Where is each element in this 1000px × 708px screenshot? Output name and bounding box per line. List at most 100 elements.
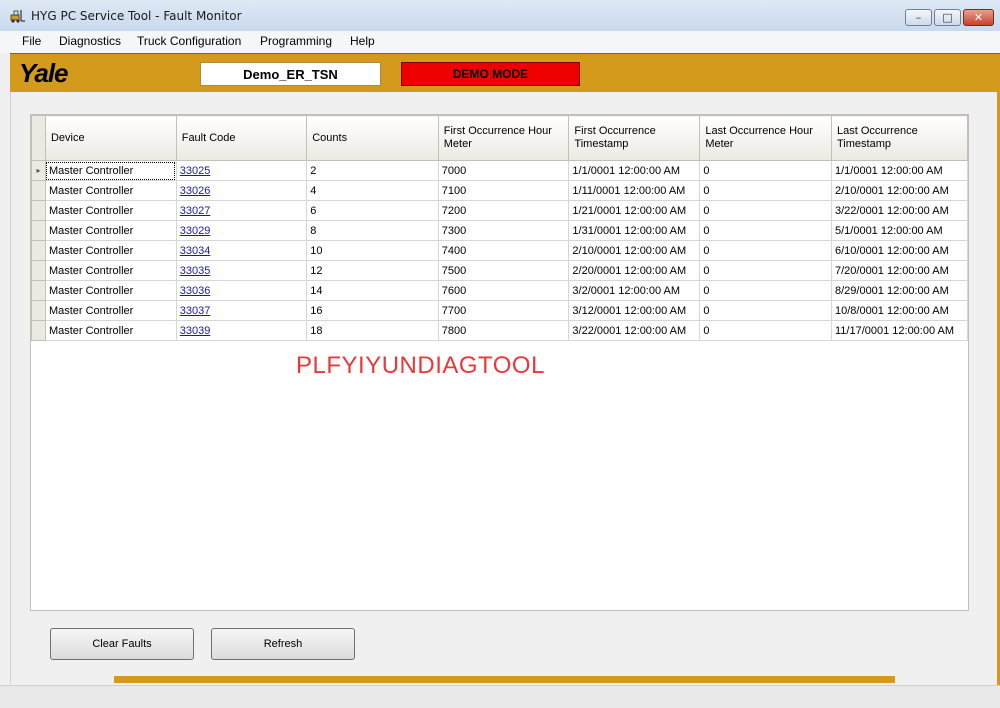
- fault-code-cell[interactable]: 33037: [175, 300, 308, 321]
- last-hour-meter-cell[interactable]: 0: [699, 280, 832, 301]
- first-timestamp-cell[interactable]: 3/2/0001 12:00:00 AM: [568, 280, 701, 301]
- device-cell[interactable]: Master Controller: [44, 300, 177, 321]
- last-timestamp-cell[interactable]: 7/20/0001 12:00:00 AM: [830, 260, 969, 281]
- row-header[interactable]: [31, 320, 46, 341]
- table-row[interactable]: Master Controller 33029 8 7300 1/31/0001 12:…: [31, 220, 969, 241]
- last-hour-meter-cell[interactable]: 0: [699, 240, 832, 261]
- row-header[interactable]: [31, 280, 46, 301]
- last-timestamp-cell[interactable]: 11/17/0001 12:00:00 AM: [830, 320, 969, 341]
- fault-code-link[interactable]: 33034: [180, 245, 211, 257]
- fault-code-link[interactable]: 33037: [180, 305, 211, 317]
- first-timestamp-cell[interactable]: 2/10/0001 12:00:00 AM: [568, 240, 701, 261]
- counts-cell[interactable]: 10: [306, 240, 439, 261]
- last-timestamp-cell[interactable]: 8/29/0001 12:00:00 AM: [830, 280, 969, 301]
- first-timestamp-cell[interactable]: 1/11/0001 12:00:00 AM: [568, 180, 701, 201]
- first-timestamp-cell[interactable]: 1/1/0001 12:00:00 AM: [568, 160, 701, 181]
- fault-code-cell[interactable]: 33034: [175, 240, 308, 261]
- column-header-last-hour-meter[interactable]: Last Occurrence Hour Meter: [699, 115, 832, 161]
- device-cell[interactable]: Master Controller: [44, 280, 177, 301]
- device-cell[interactable]: Master Controller: [44, 320, 177, 341]
- last-hour-meter-cell[interactable]: 0: [699, 180, 832, 201]
- table-row[interactable]: Master Controller 33039 18 7800 3/22/0001 12…: [31, 320, 969, 341]
- first-hour-meter-cell[interactable]: 7400: [437, 240, 570, 261]
- row-header[interactable]: [31, 220, 46, 241]
- table-row[interactable]: Master Controller 33026 4 7100 1/11/0001 12:…: [31, 180, 969, 201]
- counts-cell[interactable]: 14: [306, 280, 439, 301]
- last-hour-meter-cell[interactable]: 0: [699, 200, 832, 221]
- fault-code-cell[interactable]: 33029: [175, 220, 308, 241]
- last-hour-meter-cell[interactable]: 0: [699, 160, 832, 181]
- fault-code-cell[interactable]: 33039: [175, 320, 308, 341]
- column-header-device[interactable]: Device: [44, 115, 177, 161]
- first-timestamp-cell[interactable]: 1/31/0001 12:00:00 AM: [568, 220, 701, 241]
- title-bar[interactable]: HYG PC Service Tool - Fault Monitor – □ …: [0, 0, 1000, 32]
- counts-cell[interactable]: 16: [306, 300, 439, 321]
- last-hour-meter-cell[interactable]: 0: [699, 220, 832, 241]
- last-hour-meter-cell[interactable]: 0: [699, 300, 832, 321]
- counts-cell[interactable]: 8: [306, 220, 439, 241]
- last-timestamp-cell[interactable]: 10/8/0001 12:00:00 AM: [830, 300, 969, 321]
- first-hour-meter-cell[interactable]: 7300: [437, 220, 570, 241]
- fault-code-cell[interactable]: 33035: [175, 260, 308, 281]
- column-header-first-hour-meter[interactable]: First Occurrence Hour Meter: [437, 115, 570, 161]
- fault-code-cell[interactable]: 33026: [175, 180, 308, 201]
- maximize-button[interactable]: □: [934, 9, 961, 26]
- table-row[interactable]: Master Controller 33027 6 7200 1/21/0001 12:…: [31, 200, 969, 221]
- table-row[interactable]: Master Controller 33036 14 7600 3/2/0001 12:…: [31, 280, 969, 301]
- row-header[interactable]: [31, 200, 46, 221]
- row-header[interactable]: [31, 240, 46, 261]
- counts-cell[interactable]: 2: [306, 160, 439, 181]
- row-header[interactable]: [31, 300, 46, 321]
- column-header-last-timestamp[interactable]: Last Occurrence Timestamp: [830, 115, 969, 161]
- row-header[interactable]: [31, 260, 46, 281]
- fault-code-link[interactable]: 33029: [180, 225, 211, 237]
- counts-cell[interactable]: 12: [306, 260, 439, 281]
- refresh-button[interactable]: Refresh: [211, 628, 355, 660]
- fault-code-link[interactable]: 33025: [180, 165, 211, 177]
- first-timestamp-cell[interactable]: 3/22/0001 12:00:00 AM: [568, 320, 701, 341]
- fault-code-link[interactable]: 33026: [180, 185, 211, 197]
- first-hour-meter-cell[interactable]: 7200: [437, 200, 570, 221]
- device-cell[interactable]: Master Controller: [44, 240, 177, 261]
- fault-code-cell[interactable]: 33025: [175, 160, 308, 181]
- last-hour-meter-cell[interactable]: 0: [699, 320, 832, 341]
- table-row[interactable]: ▸ Master Controller 33025 2 7000 1/1/0001 12:…: [31, 160, 969, 181]
- device-cell[interactable]: Master Controller: [44, 200, 177, 221]
- first-hour-meter-cell[interactable]: 7800: [437, 320, 570, 341]
- column-header-first-timestamp[interactable]: First Occurrence Timestamp: [568, 115, 701, 161]
- last-timestamp-cell[interactable]: 6/10/0001 12:00:00 AM: [830, 240, 969, 261]
- first-hour-meter-cell[interactable]: 7700: [437, 300, 570, 321]
- first-hour-meter-cell[interactable]: 7600: [437, 280, 570, 301]
- close-button[interactable]: ✕: [963, 9, 994, 26]
- menu-programming[interactable]: Programming: [260, 34, 332, 48]
- row-header[interactable]: [31, 180, 46, 201]
- last-timestamp-cell[interactable]: 1/1/0001 12:00:00 AM: [830, 160, 969, 181]
- menu-help[interactable]: Help: [350, 34, 375, 48]
- counts-cell[interactable]: 18: [306, 320, 439, 341]
- row-header[interactable]: ▸: [31, 160, 46, 181]
- first-timestamp-cell[interactable]: 1/21/0001 12:00:00 AM: [568, 200, 701, 221]
- table-row[interactable]: Master Controller 33035 12 7500 2/20/0001 12…: [31, 260, 969, 281]
- table-row[interactable]: Master Controller 33034 10 7400 2/10/0001 12…: [31, 240, 969, 261]
- last-timestamp-cell[interactable]: 3/22/0001 12:00:00 AM: [830, 200, 969, 221]
- fault-code-cell[interactable]: 33027: [175, 200, 308, 221]
- fault-code-link[interactable]: 33039: [180, 325, 211, 337]
- fault-code-cell[interactable]: 33036: [175, 280, 308, 301]
- device-cell[interactable]: Master Controller: [44, 180, 177, 201]
- device-cell[interactable]: Master Controller: [44, 260, 177, 281]
- device-cell[interactable]: Master Controller: [44, 220, 177, 241]
- counts-cell[interactable]: 4: [306, 180, 439, 201]
- last-hour-meter-cell[interactable]: 0: [699, 260, 832, 281]
- fault-code-link[interactable]: 33036: [180, 285, 211, 297]
- device-cell[interactable]: Master Controller: [44, 160, 177, 181]
- first-hour-meter-cell[interactable]: 7500: [437, 260, 570, 281]
- fault-code-link[interactable]: 33035: [180, 265, 211, 277]
- column-header-counts[interactable]: Counts: [306, 115, 439, 161]
- first-timestamp-cell[interactable]: 3/12/0001 12:00:00 AM: [568, 300, 701, 321]
- menu-truck-configuration[interactable]: Truck Configuration: [137, 34, 241, 48]
- table-row[interactable]: Master Controller 33037 16 7700 3/12/0001 12…: [31, 300, 969, 321]
- minimize-button[interactable]: –: [905, 9, 932, 26]
- fault-code-link[interactable]: 33027: [180, 205, 211, 217]
- last-timestamp-cell[interactable]: 2/10/0001 12:00:00 AM: [830, 180, 969, 201]
- clear-faults-button[interactable]: Clear Faults: [50, 628, 194, 660]
